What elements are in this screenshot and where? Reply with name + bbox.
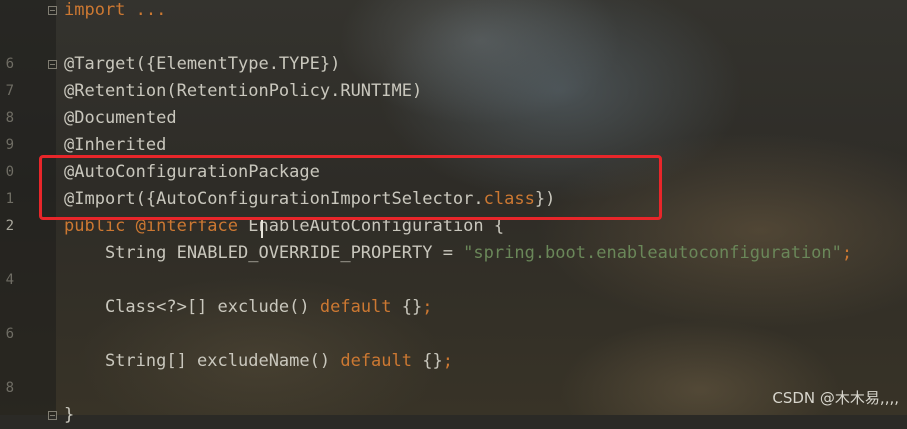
line-number: 8 [5,380,14,396]
code-token: {} [401,297,423,317]
code-token: @Retention(RetentionPolicy.RUNTIME) [64,81,423,101]
code-token: @Target({ElementType.TYPE}) [64,54,341,74]
line-number [0,0,14,24]
line-number [0,240,14,267]
code-token: import ... [64,0,167,20]
line-number: 9 [5,137,14,153]
code-line: @Target({ElementType.TYPE}) [64,51,340,78]
code-token: String[] excludeName() [64,351,341,371]
watermark: CSDN @木木易,,,, [772,389,899,407]
line-number: 0 [5,164,14,180]
fold-toggle-icon[interactable] [48,411,57,420]
code-token: ; [442,351,453,371]
code-line: } [64,402,74,429]
line-number [0,402,14,429]
code-token: Class<?>[] exclude() [64,297,320,317]
code-token: ; [422,297,433,317]
code-token: default [340,351,423,371]
code-token: @Documented [64,108,177,128]
line-number: 6 [5,56,14,72]
code-line: String ENABLED_OVERRIDE_PROPERTY = "spri… [64,240,852,267]
line-number: 4 [5,272,14,288]
code-token: default [319,297,402,317]
line-number: 7 [5,83,14,99]
line-number [0,348,14,375]
code-token: @Inherited [64,135,167,155]
code-token: ; [841,243,853,263]
fold-toggle-icon[interactable] [48,6,57,15]
line-number: 8 [5,110,14,126]
code-token: "spring.boot.enableautoconfiguration" [463,243,842,263]
code-line: Class<?>[] exclude() default {}; [64,294,433,321]
code-line: String[] excludeName() default {}; [64,348,453,375]
line-number: 2 [5,218,14,234]
highlight-box [39,155,662,220]
code-line: import ... [64,0,166,24]
code-token: {} [422,351,443,371]
line-number [0,24,14,51]
line-number: 6 [5,326,14,342]
code-token: String ENABLED_OVERRIDE_PROPERTY = [64,243,464,263]
code-line: @Documented [64,105,177,132]
text-cursor [261,218,263,238]
code-line: @Retention(RetentionPolicy.RUNTIME) [64,78,422,105]
fold-toggle-icon[interactable] [48,60,57,69]
line-number: 1 [5,191,14,207]
line-number [0,294,14,321]
code-token: } [64,405,75,425]
